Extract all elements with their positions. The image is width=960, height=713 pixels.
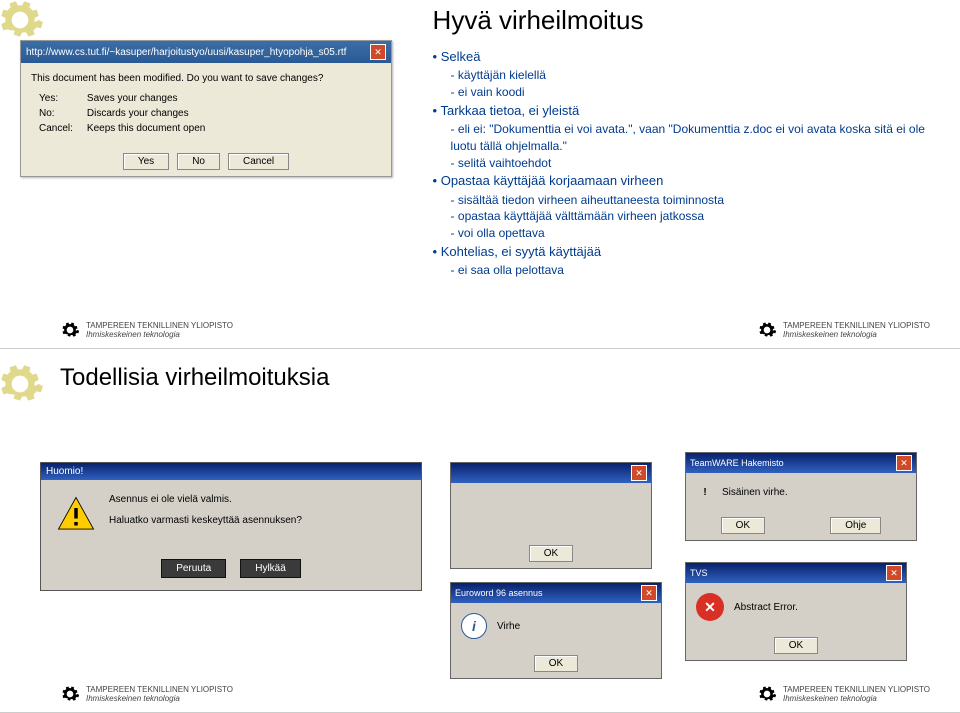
error-icon: ✕: [696, 593, 724, 621]
footer-line1: TAMPEREEN TEKNILLINEN YLIOPISTO: [86, 685, 233, 694]
close-icon[interactable]: ✕: [641, 585, 657, 601]
footer-line1: TAMPEREEN TEKNILLINEN YLIOPISTO: [86, 321, 233, 330]
close-icon[interactable]: ✕: [896, 455, 912, 471]
bullet-3c: voi olla opettava: [451, 225, 940, 242]
ok-button[interactable]: OK: [721, 517, 765, 534]
slide-2: Todellisia virheilmoituksia Huomio! Asen…: [0, 364, 960, 713]
no-text: Discards your changes: [81, 107, 211, 120]
options-table: Yes:Saves your changes No:Discards your …: [31, 90, 213, 137]
exclaim-icon: !: [696, 483, 714, 501]
close-icon[interactable]: ✕: [370, 44, 386, 60]
yes-button[interactable]: Yes: [123, 153, 169, 170]
footer-line1: TAMPEREEN TEKNILLINEN YLIOPISTO: [783, 685, 930, 694]
bullet-1: Selkeä: [433, 48, 940, 66]
bullet-4a: ei saa olla pelottava: [451, 262, 940, 279]
huomio-line2: Haluatko varmasti keskeyttää asennuksen?: [109, 515, 302, 526]
dialog-message: This document has been modified. Do you …: [31, 73, 381, 84]
info-icon: i: [461, 613, 487, 639]
gear-icon: [60, 320, 80, 340]
tvs-title: TVS: [690, 568, 708, 578]
ok-button[interactable]: OK: [529, 545, 573, 562]
tvs-msg: Abstract Error.: [734, 602, 798, 613]
bullet-2: Tarkkaa tietoa, ei yleistä: [433, 102, 940, 120]
tvs-titlebar: TVS ✕: [686, 563, 906, 583]
bullet-1b: ei vain koodi: [451, 84, 940, 101]
bullet-list: Selkeä käyttäjän kielelläei vain koodi T…: [433, 48, 940, 279]
bullet-1a: käyttäjän kielellä: [451, 67, 940, 84]
footer-line2: Ihmiskeskeinen teknologia: [86, 694, 233, 703]
error-examples: Huomio! Asennus ei ole vielä valmis. Hal…: [0, 407, 960, 687]
no-button[interactable]: No: [177, 153, 220, 170]
huomio-titlebar: Huomio!: [41, 463, 421, 480]
dialog-title: http://www.cs.tut.fi/~kasuper/harjoitust…: [26, 47, 346, 58]
slide-title: Hyvä virheilmoitus: [433, 5, 940, 36]
close-icon[interactable]: ✕: [631, 465, 647, 481]
euroword-title: Euroword 96 asennus: [455, 588, 543, 598]
hylkaa-button[interactable]: Hylkää: [240, 559, 301, 578]
dialog-buttons: Yes No Cancel: [21, 147, 391, 176]
peruuta-button[interactable]: Peruuta: [161, 559, 226, 578]
bullet-3b: opastaa käyttäjää välttämään virheen jat…: [451, 208, 940, 225]
footer-line2: Ihmiskeskeinen teknologia: [783, 330, 930, 339]
cancel-button[interactable]: Cancel: [228, 153, 289, 170]
footer-left: TAMPEREEN TEKNILLINEN YLIOPISTOIhmiskesk…: [60, 684, 233, 704]
footer-right: TAMPEREEN TEKNILLINEN YLIOPISTOIhmiskesk…: [757, 684, 930, 704]
bullet-4: Kohtelias, ei syytä käyttäjää: [433, 243, 940, 261]
teamware-msg: Sisäinen virhe.: [722, 487, 788, 498]
footer-line2: Ihmiskeskeinen teknologia: [783, 694, 930, 703]
empty-titlebar: ✕: [451, 463, 651, 483]
yes-text: Saves your changes: [81, 92, 211, 105]
cancel-text: Keeps this document open: [81, 122, 211, 135]
gear-decoration: [0, 359, 45, 409]
yes-label: Yes:: [33, 92, 79, 105]
slide-title: Todellisia virheilmoituksia: [60, 364, 940, 392]
empty-dialog: ✕ OK: [450, 462, 652, 569]
close-icon[interactable]: ✕: [886, 565, 902, 581]
left-column: http://www.cs.tut.fi/~kasuper/harjoitust…: [0, 0, 423, 348]
euroword-dialog: Euroword 96 asennus ✕ i Virhe OK: [450, 582, 662, 679]
gear-icon: [757, 320, 777, 340]
bullet-3a: sisältää tiedon virheen aiheuttaneesta t…: [451, 192, 940, 209]
footer-line1: TAMPEREEN TEKNILLINEN YLIOPISTO: [783, 321, 930, 330]
euroword-titlebar: Euroword 96 asennus ✕: [451, 583, 661, 603]
cancel-label: Cancel:: [33, 122, 79, 135]
no-label: No:: [33, 107, 79, 120]
teamware-dialog: TeamWARE Hakemisto ✕ ! Sisäinen virhe. OK…: [685, 452, 917, 541]
ok-button[interactable]: OK: [534, 655, 578, 672]
bullet-2a: eli ei: "Dokumenttia ei voi avata.", vaa…: [451, 121, 940, 155]
ohje-button[interactable]: Ohje: [830, 517, 881, 534]
footer-left: TAMPEREEN TEKNILLINEN YLIOPISTOIhmiskesk…: [60, 320, 233, 340]
teamware-titlebar: TeamWARE Hakemisto ✕: [686, 453, 916, 473]
slide-1: http://www.cs.tut.fi/~kasuper/harjoitust…: [0, 0, 960, 349]
bullet-2b: selitä vaihtoehdot: [451, 155, 940, 172]
huomio-dialog: Huomio! Asennus ei ole vielä valmis. Hal…: [40, 462, 422, 591]
bullet-3: Opastaa käyttäjää korjaamaan virheen: [433, 172, 940, 190]
huomio-line1: Asennus ei ole vielä valmis.: [109, 494, 302, 505]
footer-right: TAMPEREEN TEKNILLINEN YLIOPISTOIhmiskesk…: [757, 320, 930, 340]
gear-icon: [60, 684, 80, 704]
tvs-dialog: TVS ✕ ✕ Abstract Error. OK: [685, 562, 907, 661]
huomio-title: Huomio!: [46, 466, 83, 477]
warning-icon: [55, 494, 97, 539]
dialog-body: This document has been modified. Do you …: [21, 63, 391, 147]
footer-line2: Ihmiskeskeinen teknologia: [86, 330, 233, 339]
teamware-title: TeamWARE Hakemisto: [690, 458, 784, 468]
dialog-titlebar: http://www.cs.tut.fi/~kasuper/harjoitust…: [21, 41, 391, 63]
euroword-msg: Virhe: [497, 621, 520, 632]
ok-button[interactable]: OK: [774, 637, 818, 654]
save-dialog: http://www.cs.tut.fi/~kasuper/harjoitust…: [20, 40, 392, 177]
gear-icon: [757, 684, 777, 704]
right-column: Hyvä virheilmoitus Selkeä käyttäjän kiel…: [423, 0, 960, 348]
